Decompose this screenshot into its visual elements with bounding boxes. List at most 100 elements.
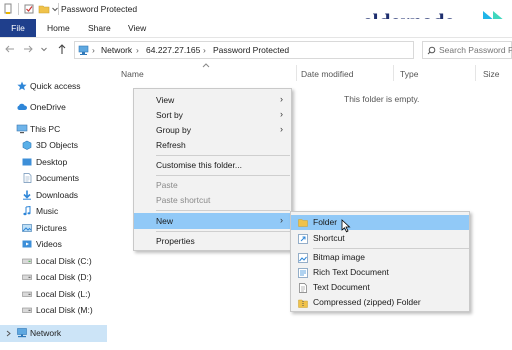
menu-item-label: Rich Text Document bbox=[313, 267, 389, 277]
text-document-icon bbox=[299, 283, 307, 293]
submenu-item-shortcut[interactable]: Shortcut bbox=[291, 231, 469, 246]
sidebar-item-3d-objects[interactable]: 3D Objects bbox=[0, 137, 107, 153]
breadcrumb-folder[interactable]: Password Protected bbox=[213, 45, 289, 55]
chevron-right-icon[interactable] bbox=[5, 330, 12, 337]
menu-item-view[interactable]: View › bbox=[134, 93, 291, 108]
disk-icon bbox=[22, 258, 32, 264]
breadcrumb-host[interactable]: 64.227.27.165 bbox=[146, 45, 200, 55]
menu-item-label: Paste bbox=[156, 180, 178, 190]
window-title: Password Protected bbox=[61, 4, 138, 14]
column-type[interactable]: Type bbox=[400, 69, 418, 79]
sidebar-item-local-disk-d[interactable]: Local Disk (D:) bbox=[0, 269, 107, 285]
column-name[interactable]: Name bbox=[121, 69, 144, 79]
desktop-icon bbox=[22, 158, 32, 166]
submenu-arrow-icon: › bbox=[280, 215, 283, 225]
sidebar-item-label: Network bbox=[30, 328, 62, 338]
sidebar-item-local-disk-c[interactable]: Local Disk (C:) bbox=[0, 253, 107, 269]
sidebar-item-label: OneDrive bbox=[30, 102, 66, 112]
disk-icon bbox=[22, 274, 32, 280]
sidebar-item-music[interactable]: Music bbox=[0, 203, 107, 219]
column-divider[interactable] bbox=[296, 65, 297, 81]
search-icon bbox=[427, 46, 436, 55]
checkbox-icon[interactable] bbox=[24, 3, 34, 15]
empty-folder-message: This folder is empty. bbox=[344, 94, 420, 104]
sidebar-item-this-pc[interactable]: This PC bbox=[0, 121, 107, 137]
sidebar-item-onedrive[interactable]: OneDrive bbox=[0, 99, 107, 115]
sidebar-item-network[interactable]: Network bbox=[0, 325, 107, 342]
menu-item-paste[interactable]: Paste bbox=[134, 178, 291, 193]
sidebar-item-downloads[interactable]: Downloads bbox=[0, 187, 107, 203]
menu-item-label: Text Document bbox=[313, 282, 370, 292]
sidebar-item-videos[interactable]: Videos bbox=[0, 236, 107, 252]
search-input[interactable] bbox=[439, 43, 512, 57]
tab-home[interactable]: Home bbox=[47, 19, 70, 37]
breadcrumb-network[interactable]: Network bbox=[101, 45, 132, 55]
menu-item-label: Folder bbox=[313, 217, 338, 227]
column-divider[interactable] bbox=[475, 65, 476, 81]
tab-share[interactable]: Share bbox=[88, 19, 111, 37]
videos-icon bbox=[22, 240, 32, 248]
navigation-pane: Quick access OneDrive This PC 3D Objects… bbox=[0, 61, 107, 350]
zip-folder-icon bbox=[298, 299, 308, 308]
menu-item-sort-by[interactable]: Sort by › bbox=[134, 108, 291, 123]
sidebar-item-label: Local Disk (C:) bbox=[36, 256, 92, 266]
search-box[interactable] bbox=[422, 41, 512, 59]
up-arrow-icon bbox=[58, 44, 66, 54]
submenu-arrow-icon: › bbox=[280, 124, 283, 134]
divider bbox=[58, 3, 59, 15]
tab-file[interactable]: File bbox=[0, 19, 36, 37]
submenu-item-zip-folder[interactable]: Compressed (zipped) Folder bbox=[291, 295, 469, 310]
menu-item-label: View bbox=[156, 95, 175, 105]
rtf-icon bbox=[298, 268, 308, 278]
sidebar-item-pictures[interactable]: Pictures bbox=[0, 220, 107, 236]
sidebar-item-local-disk-m[interactable]: Local Disk (M:) bbox=[0, 302, 107, 318]
new-submenu: Folder Shortcut Bitmap image Rich Text D… bbox=[290, 211, 470, 312]
submenu-arrow-icon: › bbox=[280, 109, 283, 119]
submenu-item-text-document[interactable]: Text Document bbox=[291, 280, 469, 295]
menu-item-label: Customise this folder... bbox=[156, 160, 242, 170]
chevron-down-icon bbox=[41, 47, 47, 52]
submenu-item-rich-text[interactable]: Rich Text Document bbox=[291, 265, 469, 280]
breadcrumb-separator: › bbox=[203, 45, 206, 55]
sidebar-item-documents[interactable]: Documents bbox=[0, 170, 107, 186]
menu-separator bbox=[156, 231, 290, 232]
folder-icon[interactable] bbox=[38, 3, 50, 15]
menu-item-label: Properties bbox=[156, 236, 195, 246]
column-size[interactable]: Size bbox=[483, 69, 500, 79]
sidebar-item-desktop[interactable]: Desktop bbox=[0, 154, 107, 170]
back-arrow-icon bbox=[5, 45, 14, 53]
column-divider[interactable] bbox=[393, 65, 394, 81]
sidebar-item-label: Pictures bbox=[36, 223, 67, 233]
sidebar-item-label: Local Disk (L:) bbox=[36, 289, 91, 299]
menu-item-new[interactable]: New › bbox=[134, 213, 291, 229]
properties-icon[interactable] bbox=[4, 3, 14, 15]
music-icon bbox=[23, 206, 31, 216]
computer-icon bbox=[16, 124, 28, 134]
submenu-item-folder[interactable]: Folder bbox=[291, 215, 469, 230]
sidebar-item-quick-access[interactable]: Quick access bbox=[0, 78, 107, 94]
menu-item-customise-folder[interactable]: Customise this folder... bbox=[134, 158, 291, 173]
up-button[interactable] bbox=[56, 43, 68, 55]
menu-item-properties[interactable]: Properties bbox=[134, 234, 291, 249]
menu-item-group-by[interactable]: Group by › bbox=[134, 123, 291, 138]
menu-item-label: Group by bbox=[156, 125, 191, 135]
sidebar-item-local-disk-l[interactable]: Local Disk (L:) bbox=[0, 286, 107, 302]
network-folder-icon bbox=[78, 45, 89, 55]
sidebar-item-label: This PC bbox=[30, 124, 61, 134]
disk-icon bbox=[22, 307, 32, 313]
download-icon bbox=[23, 190, 31, 200]
breadcrumb-separator: › bbox=[136, 45, 139, 55]
forward-button[interactable] bbox=[22, 43, 34, 55]
address-bar[interactable]: › Network › 64.227.27.165 › Password Pro… bbox=[74, 41, 414, 59]
forward-arrow-icon bbox=[24, 45, 33, 53]
sidebar-item-label: Downloads bbox=[36, 190, 79, 200]
tab-view[interactable]: View bbox=[128, 19, 146, 37]
sidebar-item-label: Desktop bbox=[36, 157, 68, 167]
sidebar-item-label: 3D Objects bbox=[36, 140, 79, 150]
back-button[interactable] bbox=[4, 43, 16, 55]
column-date-modified[interactable]: Date modified bbox=[301, 69, 353, 79]
menu-item-refresh[interactable]: Refresh bbox=[134, 138, 291, 153]
recent-locations-button[interactable] bbox=[40, 43, 48, 55]
submenu-item-bitmap[interactable]: Bitmap image bbox=[291, 250, 469, 265]
menu-item-paste-shortcut[interactable]: Paste shortcut bbox=[134, 193, 291, 208]
